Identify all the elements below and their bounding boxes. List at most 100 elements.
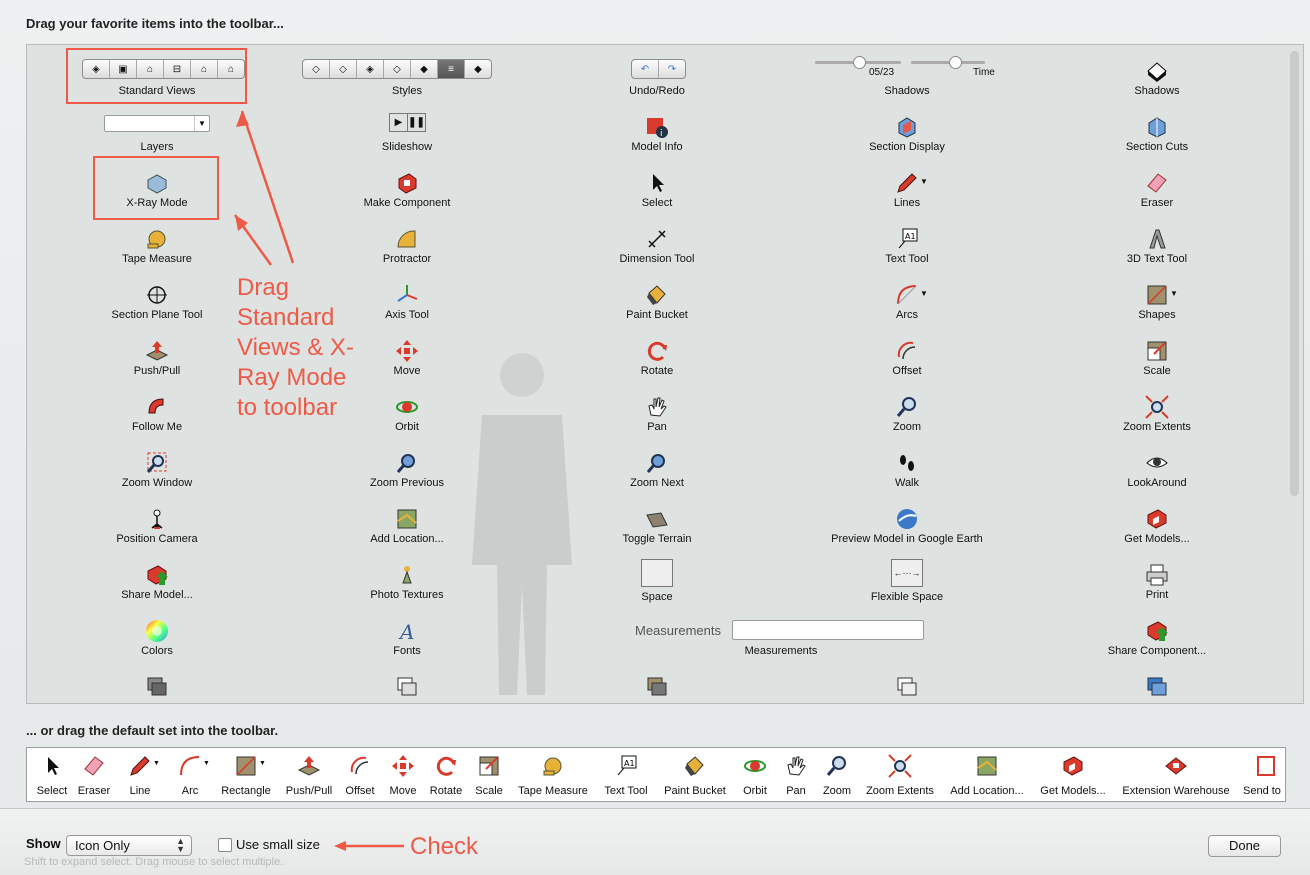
zoom-extents-icon [888,754,912,778]
chevron-down-icon: ▼ [259,760,266,767]
svg-text:i: i [660,129,663,139]
shaded-textures-style-icon: ◆ [474,63,482,75]
check-arrow [334,841,404,851]
pan-item[interactable]: Pan [557,391,757,439]
arc-icon [895,283,919,307]
undo-icon: ↶ [632,60,659,78]
default-item-label: Push/Pull [285,785,333,797]
fonts-icon: A [395,619,419,643]
zoom-window-item[interactable]: Zoom Window [57,447,257,495]
undo-redo-item[interactable]: ↶ ↷ Undo/Redo [557,55,757,103]
zoom-extents-item[interactable]: Zoom Extents [1057,391,1257,439]
use-small-size-label[interactable]: Use small size [236,837,320,852]
extension-warehouse-icon [1164,754,1188,778]
magnifier-icon [895,395,919,419]
use-small-size-checkbox[interactable] [218,838,232,852]
fonts-item[interactable]: A Fonts [307,615,507,663]
default-item-label: Line [129,785,151,797]
default-add-location: Add Location... [945,752,1029,798]
show-select[interactable]: Icon Only ▲ ▼ [66,835,192,856]
colors-item[interactable]: Colors [57,615,257,663]
default-set-header: ... or drag the default set into the too… [26,723,279,738]
add-location-item[interactable]: Add Location... [307,503,507,551]
styles-panel-item[interactable] [1057,671,1257,703]
measurements-item[interactable]: Measurements [681,615,881,663]
scale-label: Scale [1143,365,1171,377]
preview-google-earth-item[interactable]: Preview Model in Google Earth [807,503,1007,551]
default-item-label: Zoom [822,785,852,797]
flexible-space-item[interactable]: ←···→ Flexible Space [807,559,1007,607]
zoom-next-label: Zoom Next [630,477,684,489]
zoom-item[interactable]: Zoom [807,391,1007,439]
date-slider-knob[interactable] [853,56,866,69]
space-placeholder [641,559,673,587]
scenes-icon [395,675,419,699]
magnifier-icon [825,754,849,778]
follow-me-label: Follow Me [131,421,183,433]
shadows-item[interactable]: Shadows [1057,55,1257,103]
components-item[interactable] [807,671,1007,703]
model-info-item[interactable]: i Model Info [557,111,757,159]
default-item-label: Paint Bucket [664,785,726,797]
shadows-slider-item[interactable]: 05/23 Time Shadows [807,55,1007,103]
default-item-label: Eraser [77,785,111,797]
print-item[interactable]: Print [1057,559,1257,607]
zoom-previous-item[interactable]: Zoom Previous [307,447,507,495]
select-item[interactable]: Select [557,167,757,215]
lines-label: Lines [893,197,921,209]
rotate-item[interactable]: Rotate [557,335,757,383]
annotation-arrows [233,110,295,266]
push-pull-label: Push/Pull [133,365,181,377]
scenes-item[interactable] [307,671,507,703]
fonts-label: Fonts [393,645,421,657]
model-info-label: Model Info [631,141,683,153]
lines-item[interactable]: ▼ Lines [807,167,1007,215]
position-camera-item[interactable]: Position Camera [57,503,257,551]
scrollbar[interactable] [1290,51,1299,496]
add-location-icon [975,754,999,778]
default-item-label: Orbit [743,785,767,797]
customize-toolbar-sheet: Drag your favorite items into the toolba… [0,0,1310,875]
footer-hint: Shift to expand select. Drag mouse to se… [24,856,284,868]
default-set-strip[interactable]: Select Eraser ▼ Line ▼ Arc ▼ Rectangle P… [26,747,1286,802]
orbit-icon [395,395,419,419]
offset-item[interactable]: Offset [807,335,1007,383]
get-models-item[interactable]: Get Models... [1057,503,1257,551]
text-tool-label: Text Tool [885,253,929,265]
toggle-terrain-item[interactable]: Toggle Terrain [557,503,757,551]
model-info-icon: i [645,115,669,139]
follow-me-item[interactable]: Follow Me [57,391,257,439]
get-models-icon [1061,754,1085,778]
arcs-item[interactable]: ▼ Arcs [807,279,1007,327]
lookaround-item[interactable]: LookAround [1057,447,1257,495]
scale-item[interactable]: Scale [1057,335,1257,383]
time-slider-knob[interactable] [949,56,962,69]
section-display-item[interactable]: Section Display [807,111,1007,159]
default-orbit: Orbit [735,752,775,798]
send-to-icon [1252,754,1276,778]
time-slider[interactable] [911,61,985,64]
done-button[interactable]: Done [1208,835,1281,857]
materials-item[interactable] [557,671,757,703]
share-component-item[interactable]: Share Component... [1057,615,1257,663]
eraser-item[interactable]: Eraser [1057,167,1257,215]
zoom-next-item[interactable]: Zoom Next [557,447,757,495]
scale-icon [1145,339,1169,363]
show-select-value: Icon Only [75,838,130,853]
text3d-tool-item[interactable]: 3D Text Tool [1057,223,1257,271]
text-tool-item[interactable]: A1 Text Tool [807,223,1007,271]
layers-panel-item[interactable] [57,671,257,703]
walk-item[interactable]: Walk [807,447,1007,495]
chevron-down-icon: ▼ [153,760,160,767]
shapes-item[interactable]: ▼ Shapes [1057,279,1257,327]
paint-bucket-item[interactable]: Paint Bucket [557,279,757,327]
photo-textures-item[interactable]: Photo Textures [307,559,507,607]
default-extension-warehouse: Extension Warehouse [1117,752,1235,798]
share-model-item[interactable]: Share Model... [57,559,257,607]
space-item[interactable]: Space [557,559,757,607]
section-cuts-item[interactable]: Section Cuts [1057,111,1257,159]
dimension-tool-item[interactable]: Dimension Tool [557,223,757,271]
share-component-label: Share Component... [1107,645,1207,657]
position-camera-icon [145,507,169,531]
dimension-tool-label: Dimension Tool [619,253,695,265]
